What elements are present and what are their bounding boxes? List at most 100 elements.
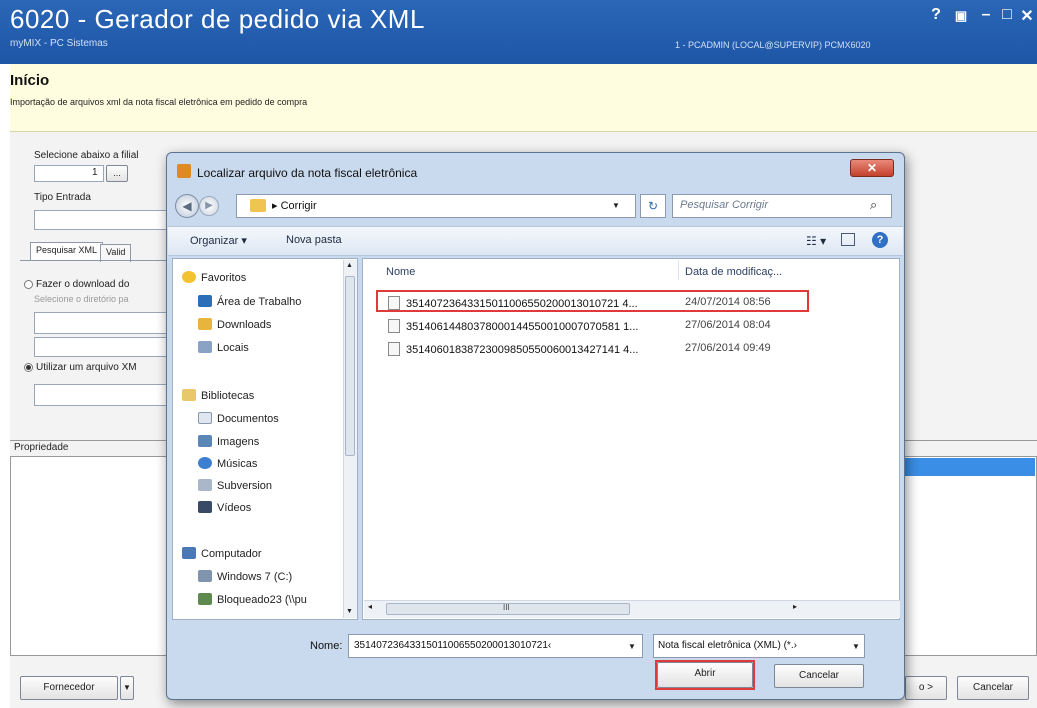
back-icon[interactable]: ◀ [175,194,199,218]
filename-label: Nome: [310,640,343,652]
radio-download-icon[interactable] [24,279,33,289]
radio-download[interactable]: Fazer o download do [24,279,129,290]
nav-item-images[interactable]: Imagens [198,435,259,448]
radio-use-file[interactable]: Utilizar um arquivo XM [24,362,137,373]
filial-value: 1 [92,167,98,178]
images-icon [198,435,212,447]
open-highlight-box [655,660,755,690]
nav-documents-label: Documentos [217,413,279,425]
scroll-right-icon[interactable]: ▸ [793,602,797,611]
radio-use-file-label: Utilizar um arquivo XM [36,362,137,373]
desktop-icon [198,295,212,307]
close-window-button[interactable]: ✕ [1016,6,1037,26]
dialog-close-button[interactable]: ✕ [850,159,894,177]
nav-computer-label: Computador [201,548,262,560]
app-subtitle: myMIX - PC Sistemas [10,38,108,49]
file-name: 35140614480378000144550010007070581 1... [406,321,639,333]
radio-use-file-icon[interactable] [24,362,33,372]
libraries-icon [182,389,196,401]
minimize-button[interactable]: – [975,6,997,24]
dialog-title: Localizar arquivo da nota fiscal eletrôn… [197,166,418,180]
filial-lookup-button[interactable]: ... [106,165,128,182]
nav-item-network[interactable]: Bloqueado23 (\\pu [198,593,307,606]
nav-item-favorites[interactable]: Favoritos [182,271,246,284]
view-options-icon[interactable]: ☷ ▾ [806,234,826,248]
folder-icon [250,199,266,212]
music-icon [198,457,212,469]
new-folder-button[interactable]: Nova pasta [286,234,342,246]
app-title: 6020 - Gerador de pedido via XML [10,4,425,34]
tab-pesquisar-xml[interactable]: Pesquisar XML [30,242,104,260]
column-name[interactable]: Nome [386,266,415,278]
dialog-toolbar [168,226,903,256]
drive-icon [198,570,212,582]
xml-file-field[interactable] [34,384,168,406]
nav-favorites-label: Favoritos [201,272,247,284]
next-button[interactable]: o > [905,676,947,700]
file-row[interactable]: 35140614480378000144550010007070581 1... [388,319,638,333]
tipo-entrada-field[interactable] [34,210,168,230]
column-divider[interactable] [678,260,679,280]
nav-videos-label: Vídeos [217,502,252,514]
organize-menu[interactable]: Organizar ▾ [190,234,247,247]
scroll-left-icon[interactable]: ◂ [368,602,372,611]
path-segment[interactable]: Corrigir [281,200,317,212]
nav-item-places[interactable]: Locais [198,341,249,354]
subversion-icon [198,479,212,491]
path-dropdown-icon[interactable]: ▼ [612,201,620,210]
column-date[interactable]: Data de modificaç... [685,266,782,278]
refresh-icon[interactable]: ↻ [640,194,666,218]
tab-divider [20,260,168,261]
nav-item-computer[interactable]: Computador [182,547,262,560]
dialog-cancel-button[interactable]: Cancelar [774,664,864,688]
directory-field[interactable] [34,312,168,334]
nav-item-desktop[interactable]: Área de Trabalho [198,295,301,308]
filetype-value[interactable]: Nota fiscal eletrônica (XML) (*.› [658,640,797,651]
nav-scroll-up-icon[interactable]: ▲ [346,262,353,269]
nav-music-label: Músicas [217,458,258,470]
supplier-button[interactable]: Fornecedor [20,676,118,700]
directory-field-2[interactable] [34,337,168,357]
help-button[interactable]: ? [925,6,947,24]
search-icon[interactable]: ⌕ [870,197,877,213]
form-cancel-button[interactable]: Cancelar [957,676,1029,700]
nav-item-videos[interactable]: Vídeos [198,501,251,514]
radio-download-label: Fazer o download do [36,279,130,290]
filial-label: Selecione abaixo a filial [34,150,139,161]
selected-row[interactable] [890,458,1035,476]
nav-drive-c-label: Windows 7 (C:) [217,571,293,583]
filename-dropdown-icon[interactable]: ▼ [628,642,636,651]
nav-item-downloads[interactable]: Downloads [198,318,271,331]
nav-item-libraries[interactable]: Bibliotecas [182,389,254,402]
page-description: Importação de arquivos xml da nota fisca… [10,97,308,107]
nav-scrollbar-thumb[interactable] [345,276,355,456]
network-drive-icon [198,593,212,605]
dialog-app-icon [177,164,191,178]
xml-file-icon [388,342,400,356]
file-list [362,258,900,620]
nav-item-drive-c[interactable]: Windows 7 (C:) [198,570,292,583]
nav-places-label: Locais [217,342,249,354]
nav-network-label: Bloqueado23 (\\pu [217,594,307,606]
highlight-box [376,290,809,312]
file-row[interactable]: 35140601838723009850550060013427141 4... [388,342,638,356]
nav-scroll-down-icon[interactable]: ▼ [346,608,353,615]
forward-icon[interactable]: ▶ [199,196,219,216]
nav-item-subversion[interactable]: Subversion [198,479,272,492]
search-placeholder: Pesquisar Corrigir [680,199,769,211]
filetype-dropdown-icon[interactable]: ▼ [852,642,860,651]
restore-icon[interactable]: ▣ [950,8,972,24]
maximize-button[interactable]: □ [996,6,1018,24]
xml-file-icon [388,319,400,333]
scroll-grip: III [503,603,510,612]
preview-pane-icon[interactable] [841,233,855,246]
filename-value[interactable]: 35140723643315011006550200013010721‹ [354,640,622,651]
help-icon[interactable]: ? [872,232,888,248]
supplier-dropdown-icon[interactable]: ▼ [120,676,134,700]
file-name: 35140601838723009850550060013427141 4... [406,344,639,356]
nav-item-music[interactable]: Músicas [198,457,257,470]
path-text[interactable]: ▸ Corrigir [272,199,317,212]
file-date: 27/06/2014 09:49 [685,342,771,354]
documents-icon [198,412,212,424]
nav-item-documents[interactable]: Documentos [198,412,279,425]
